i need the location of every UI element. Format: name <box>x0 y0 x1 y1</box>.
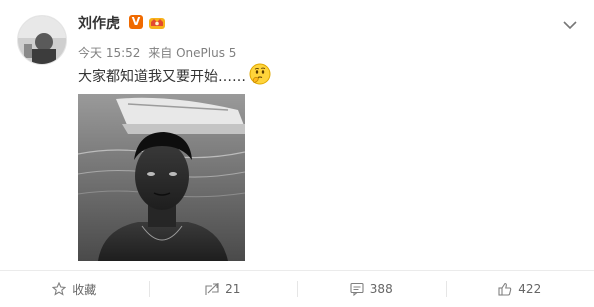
repost-icon <box>205 283 219 295</box>
crown-icon[interactable] <box>148 14 166 30</box>
source-device[interactable]: OnePlus 5 <box>176 46 236 60</box>
action-bar: 收藏 21 388 422 <box>0 271 594 307</box>
avatar-image <box>18 16 66 64</box>
post-photo[interactable] <box>78 94 245 261</box>
comment-count: 388 <box>369 282 393 296</box>
chevron-down-icon[interactable] <box>563 15 577 30</box>
comment-icon <box>350 282 364 296</box>
like-button[interactable]: 422 <box>445 271 594 307</box>
post-time[interactable]: 今天 15:52 <box>78 46 140 60</box>
thumbs-up-icon <box>498 282 512 296</box>
star-icon <box>52 282 67 296</box>
repost-button[interactable]: 21 <box>148 271 298 307</box>
repost-count: 21 <box>225 282 241 296</box>
like-count: 422 <box>518 282 542 296</box>
comment-button[interactable]: 388 <box>297 271 446 307</box>
verified-badge: V <box>129 15 143 29</box>
source-prefix: 来自 <box>148 46 173 60</box>
favorite-label: 收藏 <box>72 282 97 297</box>
post-text: 大家都知道我又要开始…… <box>78 69 246 85</box>
avatar[interactable] <box>17 15 67 65</box>
thinking-face-icon <box>249 63 271 85</box>
post-meta: 今天 15:52 来自 OnePlus 5 <box>78 44 240 61</box>
username[interactable]: 刘作虎 <box>78 13 120 33</box>
favorite-button[interactable]: 收藏 <box>0 271 149 307</box>
